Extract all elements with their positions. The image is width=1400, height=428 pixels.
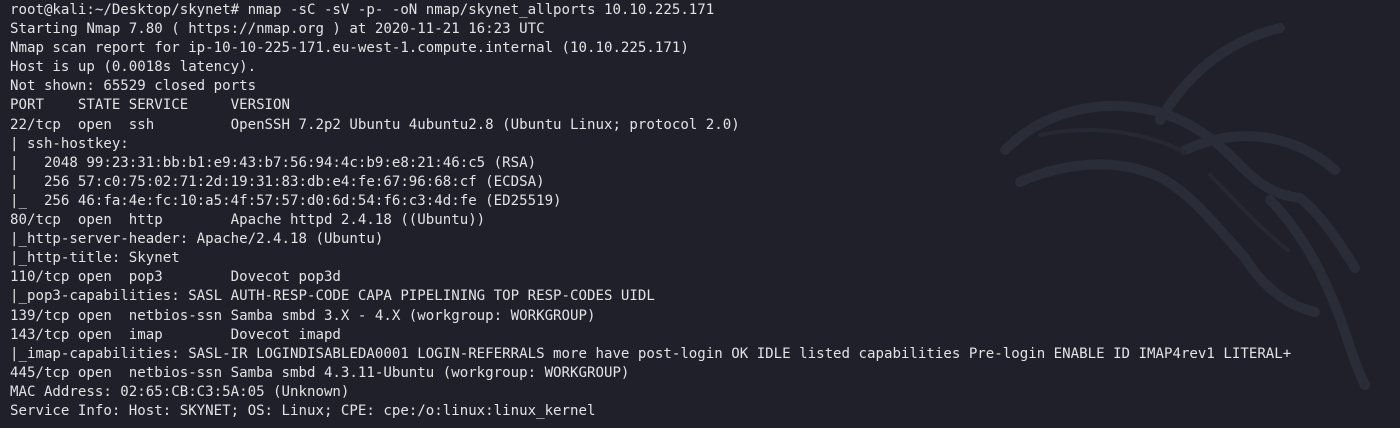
output-line: 445/tcp open netbios-ssn Samba smbd 4.3.… bbox=[10, 364, 630, 381]
output-line: |_imap-capabilities: SASL-IR LOGINDISABL… bbox=[10, 345, 1292, 362]
output-line: |_http-server-header: Apache/2.4.18 (Ubu… bbox=[10, 231, 384, 248]
output-line: |_ 256 46:fa:4e:fc:10:a5:4f:57:57:d0:6d:… bbox=[10, 192, 562, 209]
output-line: | ssh-hostkey: bbox=[10, 135, 129, 152]
output-line: Starting Nmap 7.80 ( https://nmap.org ) … bbox=[10, 21, 545, 38]
output-line: 80/tcp open http Apache httpd 2.4.18 ((U… bbox=[10, 212, 486, 229]
output-line: |_pop3-capabilities: SASL AUTH-RESP-CODE… bbox=[10, 288, 655, 305]
output-line: | 256 57:c0:75:02:71:2d:19:31:83:db:e4:f… bbox=[10, 173, 545, 190]
output-line: | 2048 99:23:31:bb:b1:e9:43:b7:56:94:4c:… bbox=[10, 154, 537, 171]
output-line: Host is up (0.0018s latency). bbox=[10, 59, 257, 76]
output-line: 22/tcp open ssh OpenSSH 7.2p2 Ubuntu 4ub… bbox=[10, 116, 740, 133]
output-line: 139/tcp open netbios-ssn Samba smbd 3.X … bbox=[10, 307, 596, 324]
terminal-window[interactable]: root@kali:~/Desktop/skynet# nmap -sC -sV… bbox=[0, 0, 1400, 428]
output-line: 143/tcp open imap Dovecot imapd bbox=[10, 326, 341, 343]
output-line: Nmap scan report for ip-10-10-225-171.eu… bbox=[10, 40, 689, 57]
output-line: 110/tcp open pop3 Dovecot pop3d bbox=[10, 269, 341, 286]
terminal-output: root@kali:~/Desktop/skynet# nmap -sC -sV… bbox=[10, 1, 1291, 421]
output-line: |_http-title: Skynet bbox=[10, 250, 180, 267]
command-line: root@kali:~/Desktop/skynet# nmap -sC -sV… bbox=[10, 2, 715, 18]
output-line: Service Info: Host: SKYNET; OS: Linux; C… bbox=[10, 402, 596, 419]
output-line: Not shown: 65529 closed ports bbox=[10, 78, 257, 95]
output-line: PORT STATE SERVICE VERSION bbox=[10, 97, 291, 114]
output-line: MAC Address: 02:65:CB:C3:5A:05 (Unknown) bbox=[10, 383, 350, 400]
